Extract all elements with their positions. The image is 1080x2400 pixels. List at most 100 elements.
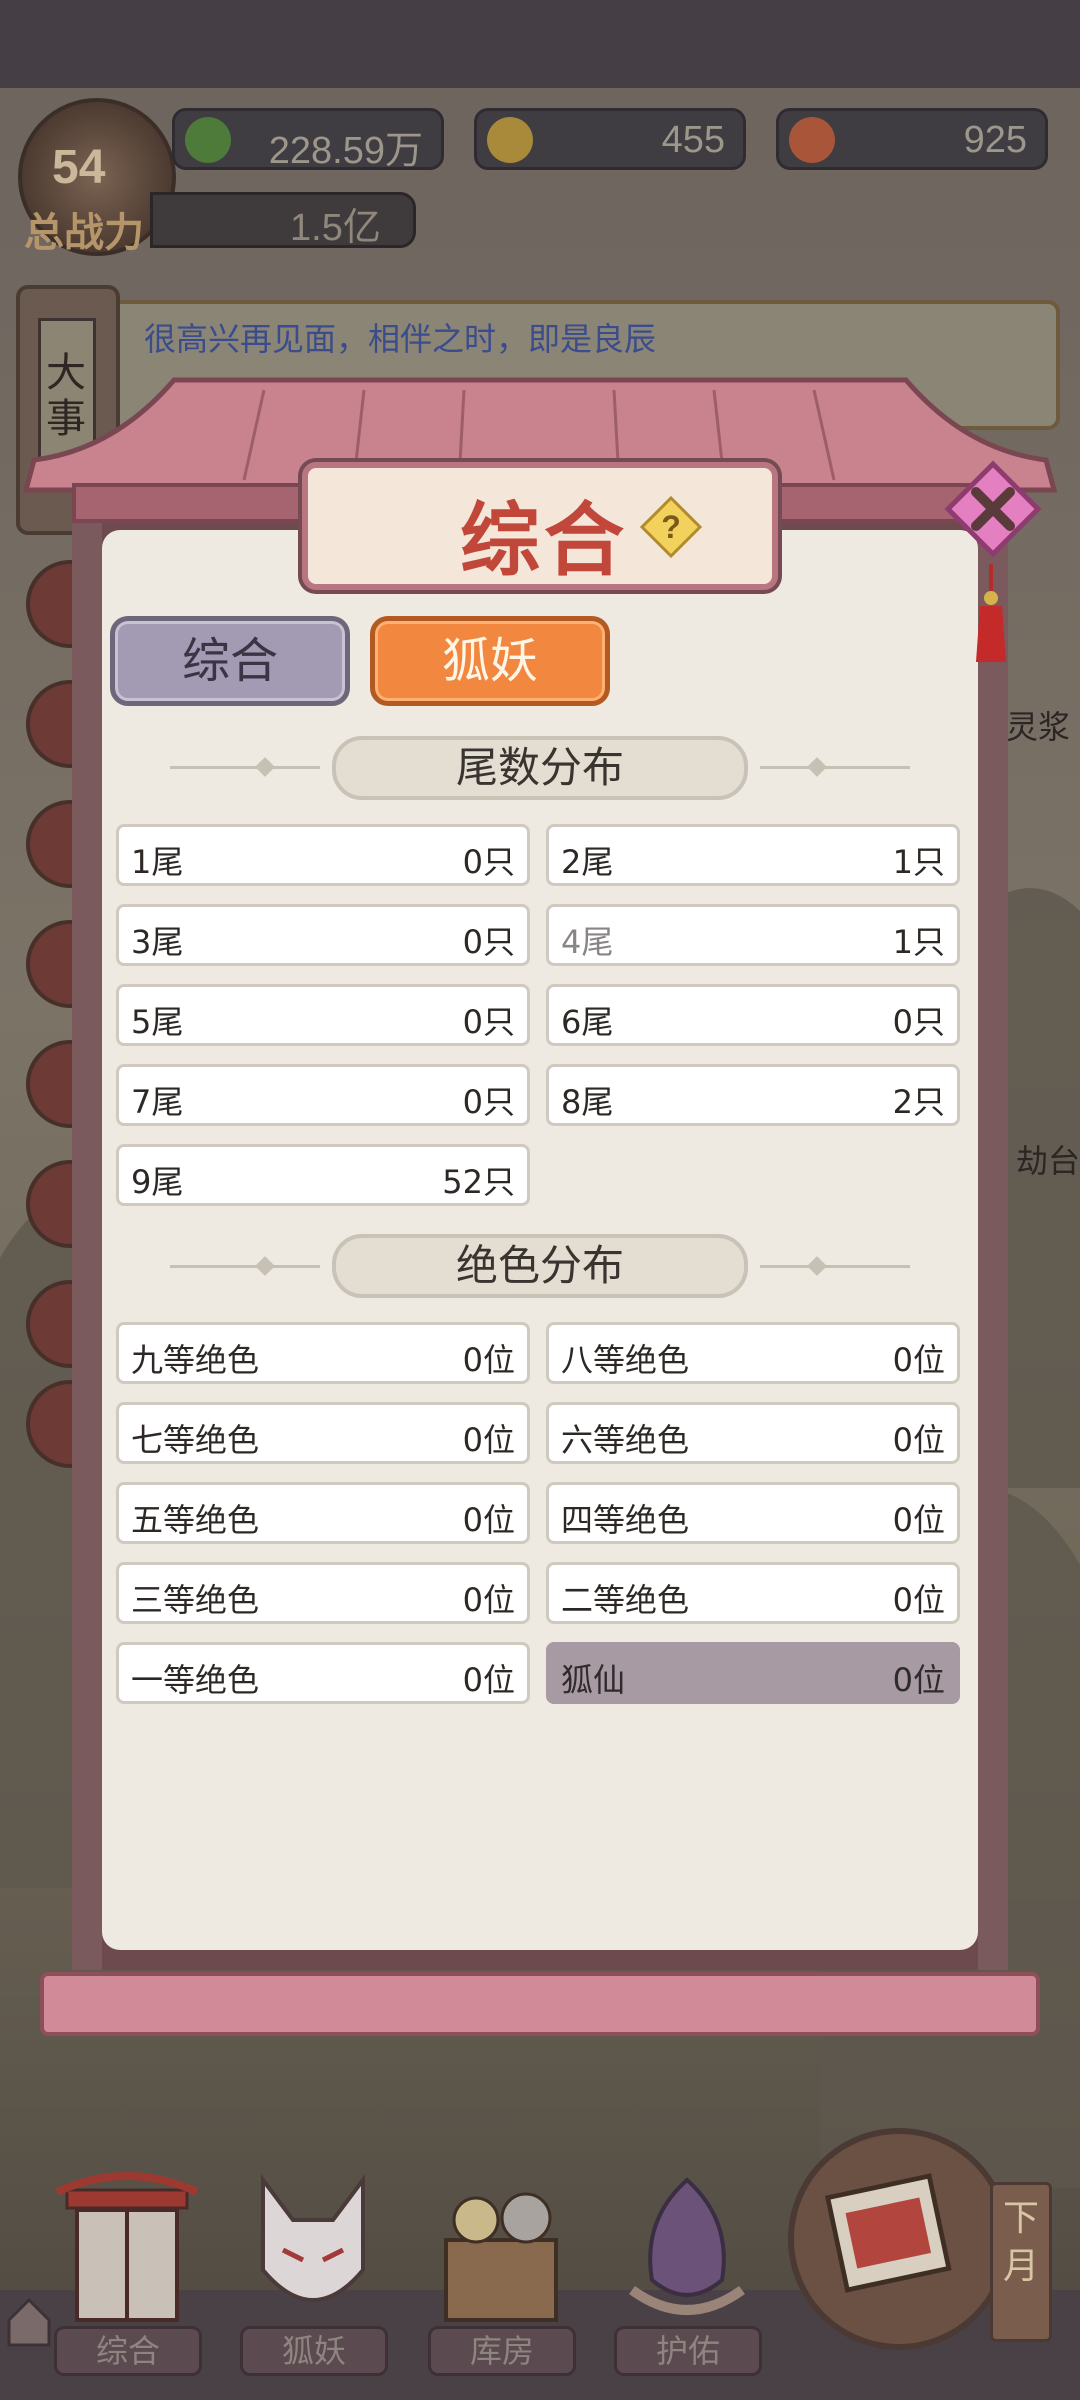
- divider-line: [760, 1265, 910, 1268]
- beauty-label: 三等绝色: [131, 1581, 260, 1619]
- tail-count: 1只: [892, 843, 945, 881]
- nav-label-fox[interactable]: 狐妖: [240, 2326, 388, 2376]
- beauty-row-6: 六等绝色 0位: [546, 1402, 960, 1464]
- tail-label: 3尾: [131, 923, 184, 961]
- beauty-label: 二等绝色: [561, 1581, 690, 1619]
- currency-bar-2[interactable]: 455: [474, 108, 746, 170]
- modal-title: 综合: [460, 494, 628, 587]
- home-icon[interactable]: [4, 2290, 54, 2350]
- tail-label: 2尾: [561, 843, 614, 881]
- beauty-row-7: 七等绝色 0位: [116, 1402, 530, 1464]
- modal-pillar-left: [72, 520, 102, 1970]
- tail-count: 52只: [442, 1163, 515, 1201]
- tail-count: 2只: [892, 1083, 945, 1121]
- nav-label-storehouse[interactable]: 库房: [428, 2326, 576, 2376]
- tail-label: 5尾: [131, 1003, 184, 1041]
- beauty-label: 一等绝色: [131, 1661, 260, 1699]
- section-header-tails: 尾数分布: [332, 736, 748, 800]
- tail-row-3: 3尾 0只: [116, 904, 530, 966]
- currency-bar-3[interactable]: 925: [776, 108, 1048, 170]
- tail-label: 9尾: [131, 1163, 184, 1201]
- close-icon[interactable]: [944, 460, 1042, 558]
- gate-icon: [55, 2172, 199, 2322]
- beauty-row-fox-immortal: 狐仙 0位: [546, 1642, 960, 1704]
- currency-value-2: 455: [661, 119, 725, 161]
- calendar-icon: [824, 2173, 952, 2293]
- nav-label-general[interactable]: 综合: [54, 2326, 202, 2376]
- beauty-label: 四等绝色: [561, 1501, 690, 1539]
- tail-label: 1尾: [131, 843, 184, 881]
- beauty-row-1: 一等绝色 0位: [116, 1642, 530, 1704]
- beauty-row-9: 九等绝色 0位: [116, 1322, 530, 1384]
- beauty-count: 0位: [892, 1421, 945, 1459]
- tail-row-5: 5尾 0只: [116, 984, 530, 1046]
- calendar-button[interactable]: [788, 2128, 1010, 2350]
- beauty-label: 五等绝色: [131, 1501, 260, 1539]
- beauty-label: 七等绝色: [131, 1421, 260, 1459]
- tail-label: 4尾: [561, 923, 614, 961]
- tail-label: 6尾: [561, 1003, 614, 1041]
- tail-row-4: 4尾 1只: [546, 904, 960, 966]
- gold-currency-icon: [487, 117, 533, 163]
- tail-count: 0只: [892, 1003, 945, 1041]
- level-number: 54: [52, 141, 106, 194]
- tail-count: 0只: [462, 843, 515, 881]
- tail-label: 7尾: [131, 1083, 184, 1121]
- tail-count: 1只: [892, 923, 945, 961]
- section-header-beauty: 绝色分布: [332, 1234, 748, 1298]
- tail-count: 0只: [462, 1083, 515, 1121]
- tab-general[interactable]: 综合: [110, 616, 350, 706]
- fox-mask-icon: [261, 2174, 365, 2302]
- tail-row-2: 2尾 1只: [546, 824, 960, 886]
- tail-count: 0只: [462, 1003, 515, 1041]
- beauty-count: 0位: [462, 1661, 515, 1699]
- peach-currency-icon: [789, 117, 835, 163]
- svg-text:?: ?: [661, 509, 681, 545]
- beauty-count: 0位: [462, 1501, 515, 1539]
- divider-line: [170, 1265, 320, 1268]
- storehouse-icon: [444, 2192, 558, 2322]
- tail-row-9: 9尾 52只: [116, 1144, 530, 1206]
- currency-value-1: 228.59万: [268, 130, 423, 172]
- next-month-button[interactable]: 下月: [990, 2182, 1052, 2342]
- beauty-row-5: 五等绝色 0位: [116, 1482, 530, 1544]
- beauty-count: 0位: [892, 1501, 945, 1539]
- modal-pillar-right: [978, 520, 1008, 1970]
- tail-label: 8尾: [561, 1083, 614, 1121]
- beauty-row-2: 二等绝色 0位: [546, 1562, 960, 1624]
- beauty-label: 狐仙: [561, 1661, 626, 1699]
- beauty-count: 0位: [462, 1421, 515, 1459]
- beauty-count: 0位: [462, 1581, 515, 1619]
- beauty-row-3: 三等绝色 0位: [116, 1562, 530, 1624]
- beauty-count: 0位: [892, 1661, 945, 1699]
- currency-bar-1[interactable]: 228.59万: [172, 108, 444, 172]
- lotus-icon: [629, 2177, 745, 2315]
- total-power-label: 总战力: [24, 210, 144, 256]
- help-icon[interactable]: ?: [640, 496, 702, 558]
- leaf-currency-icon: [185, 117, 231, 163]
- beauty-label: 九等绝色: [131, 1341, 260, 1379]
- modal-base: [40, 1972, 1040, 2036]
- tassel-decoration-icon: [976, 564, 1006, 662]
- beauty-count: 0位: [892, 1581, 945, 1619]
- beauty-row-8: 八等绝色 0位: [546, 1322, 960, 1384]
- nav-label-blessing[interactable]: 护佑: [614, 2326, 762, 2376]
- map-label-tribulation[interactable]: 劫台: [1016, 1136, 1080, 1182]
- tab-fox[interactable]: 狐妖: [370, 616, 610, 706]
- map-label-spirit[interactable]: 灵浆: [1006, 702, 1070, 748]
- beauty-count: 0位: [892, 1341, 945, 1379]
- tail-row-1: 1尾 0只: [116, 824, 530, 886]
- beauty-count: 0位: [462, 1341, 515, 1379]
- beauty-row-4: 四等绝色 0位: [546, 1482, 960, 1544]
- status-bar: [0, 0, 1080, 88]
- total-power-value: 1.5亿: [290, 207, 381, 249]
- tail-count: 0只: [462, 923, 515, 961]
- beauty-label: 六等绝色: [561, 1421, 690, 1459]
- tail-row-7: 7尾 0只: [116, 1064, 530, 1126]
- news-message: 很高兴再见面，相伴之时，即是良辰: [144, 320, 657, 358]
- divider-line: [760, 766, 910, 769]
- tail-row-6: 6尾 0只: [546, 984, 960, 1046]
- tail-row-8: 8尾 2只: [546, 1064, 960, 1126]
- beauty-label: 八等绝色: [561, 1341, 690, 1379]
- currency-value-3: 925: [963, 119, 1027, 161]
